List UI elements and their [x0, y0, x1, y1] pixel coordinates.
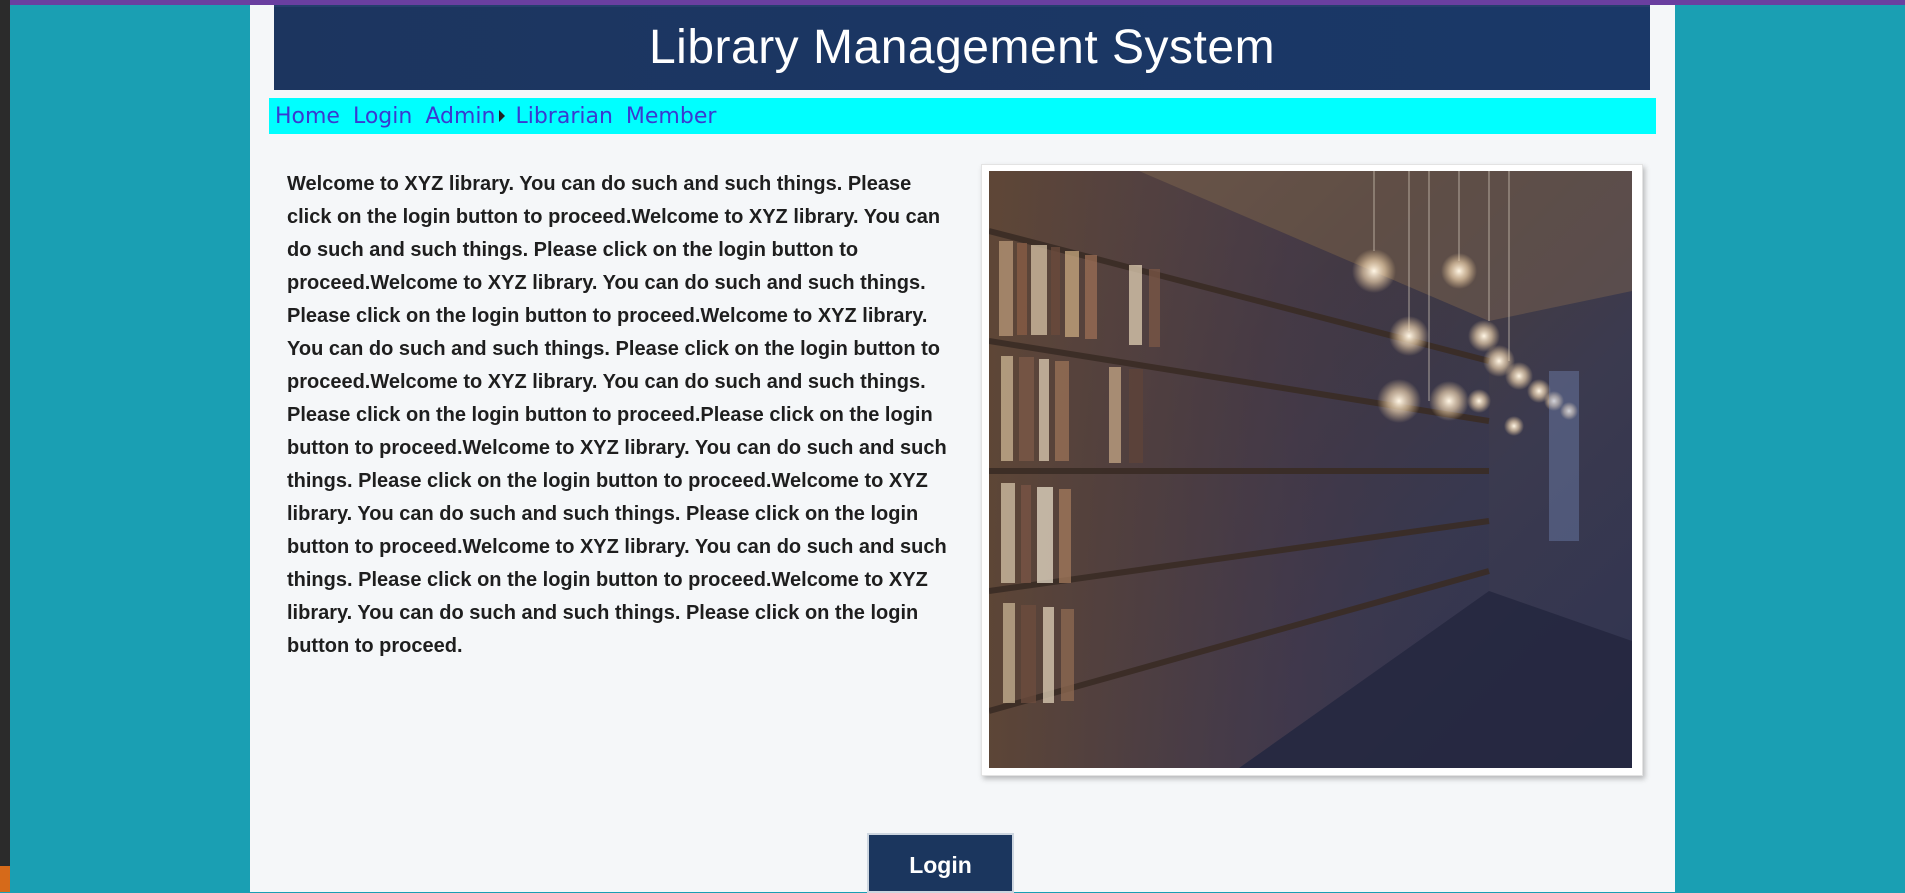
library-photo: [989, 171, 1632, 768]
left-edge-strip: [0, 0, 10, 892]
nav-item-admin-label: Admin: [425, 103, 496, 129]
nav-item-home[interactable]: Home: [275, 104, 340, 129]
site-header: Library Management System: [274, 5, 1650, 90]
edge-marker: [0, 866, 10, 892]
page-container: Library Management System Home Login Adm…: [250, 5, 1675, 893]
main-nav: Home Login Admin Librarian Member: [269, 98, 1656, 134]
welcome-text: Welcome to XYZ library. You can do such …: [287, 173, 947, 657]
login-button[interactable]: Login: [867, 833, 1014, 893]
caret-right-icon: [499, 110, 506, 122]
nav-item-login[interactable]: Login: [353, 104, 412, 129]
nav-item-member[interactable]: Member: [626, 104, 717, 129]
library-photo-frame: [981, 164, 1643, 776]
nav-item-librarian[interactable]: Librarian: [515, 104, 612, 129]
page-title: Library Management System: [648, 21, 1276, 74]
nav-item-admin[interactable]: Admin: [425, 104, 509, 129]
bookshelf-illustration: [989, 171, 1632, 768]
